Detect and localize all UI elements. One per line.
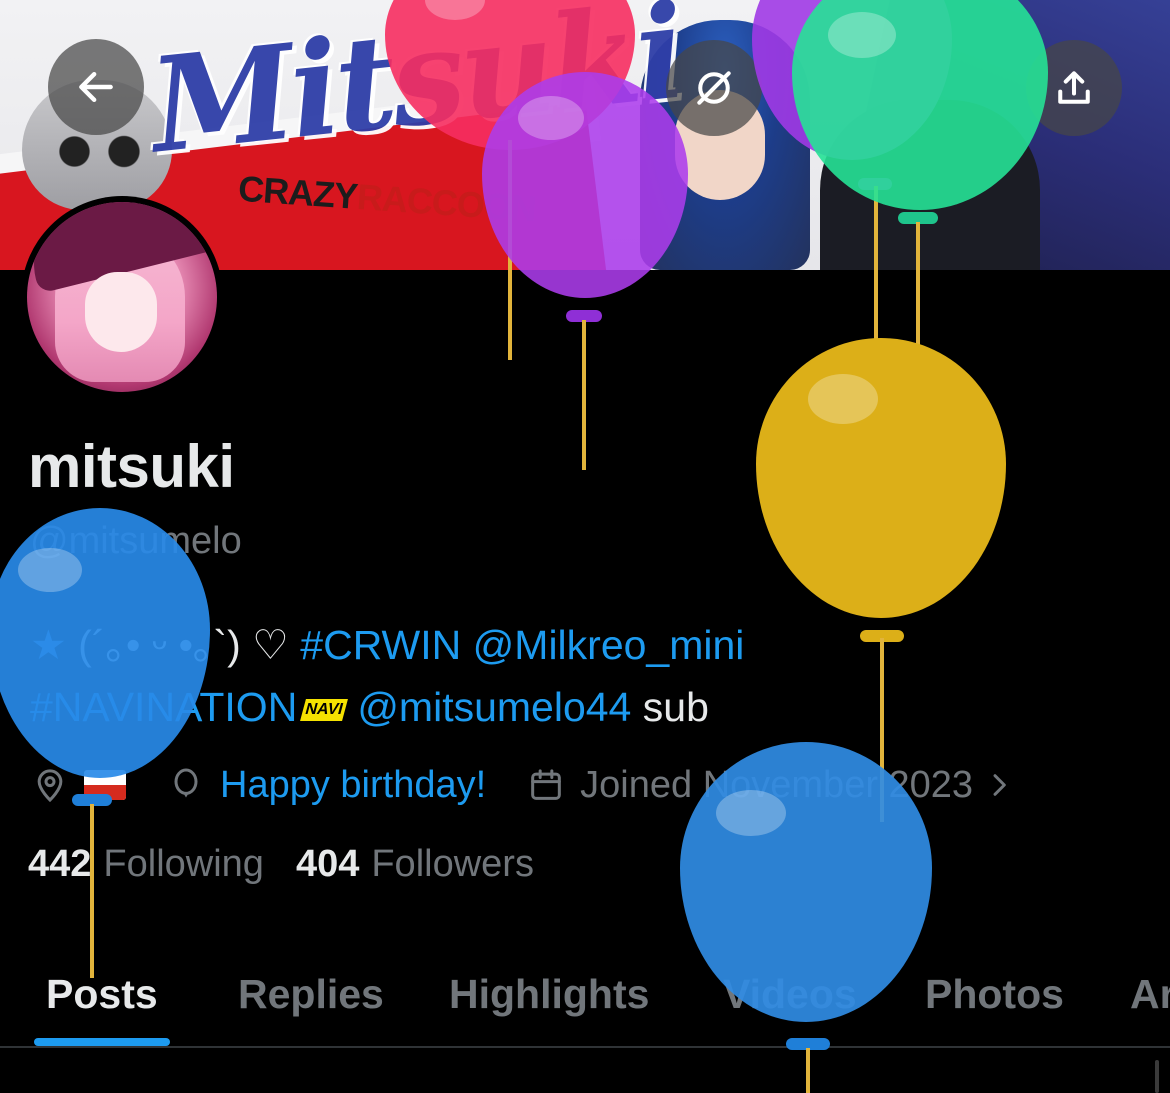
- share-icon: [1058, 71, 1090, 104]
- tab-highlights-label: Highlights: [449, 970, 650, 1017]
- tab-photos-label: Photos: [925, 970, 1064, 1017]
- followers-count: 404: [295, 843, 360, 885]
- bio-sub-text: sub: [631, 684, 709, 730]
- mention-mitsumelo44[interactable]: @mitsumelo44: [357, 684, 631, 730]
- navi-logo-icon: NAVI: [300, 699, 349, 722]
- tab-articles-label: Articles: [1130, 970, 1170, 1017]
- avatar-face: [85, 272, 157, 352]
- avatar-image: [27, 202, 217, 392]
- display-name: mitsuki: [28, 433, 235, 500]
- birthday: Happy birthday!: [166, 764, 486, 807]
- scrollbar[interactable]: [1155, 1060, 1159, 1093]
- mention-milkreo[interactable]: @Milkreo_mini: [473, 622, 745, 668]
- tab-replies-label: Replies: [238, 970, 384, 1017]
- tab-highlights[interactable]: Highlights: [449, 942, 649, 1046]
- avatar[interactable]: [21, 196, 223, 398]
- grok-icon: [697, 71, 731, 105]
- hashtag-crwin[interactable]: #CRWIN: [300, 622, 461, 668]
- calendar-icon: [531, 769, 561, 800]
- back-button[interactable]: [48, 39, 144, 135]
- tab-articles[interactable]: Articles: [1130, 942, 1170, 1046]
- tab-replies[interactable]: Replies: [238, 942, 384, 1046]
- blue-balloon-left: [0, 508, 210, 978]
- followers-label: Followers: [371, 843, 534, 885]
- crazy-word: CRAZY: [236, 167, 359, 217]
- blue-balloon-right: [680, 742, 932, 1093]
- purple-balloon: [482, 72, 688, 470]
- arrow-left-icon: [79, 71, 113, 103]
- birthday-text: Happy birthday!: [220, 763, 487, 806]
- tab-photos[interactable]: Photos: [925, 942, 1064, 1046]
- followers-stat[interactable]: 404 Followers: [296, 843, 534, 886]
- active-tab-indicator: [34, 1038, 170, 1046]
